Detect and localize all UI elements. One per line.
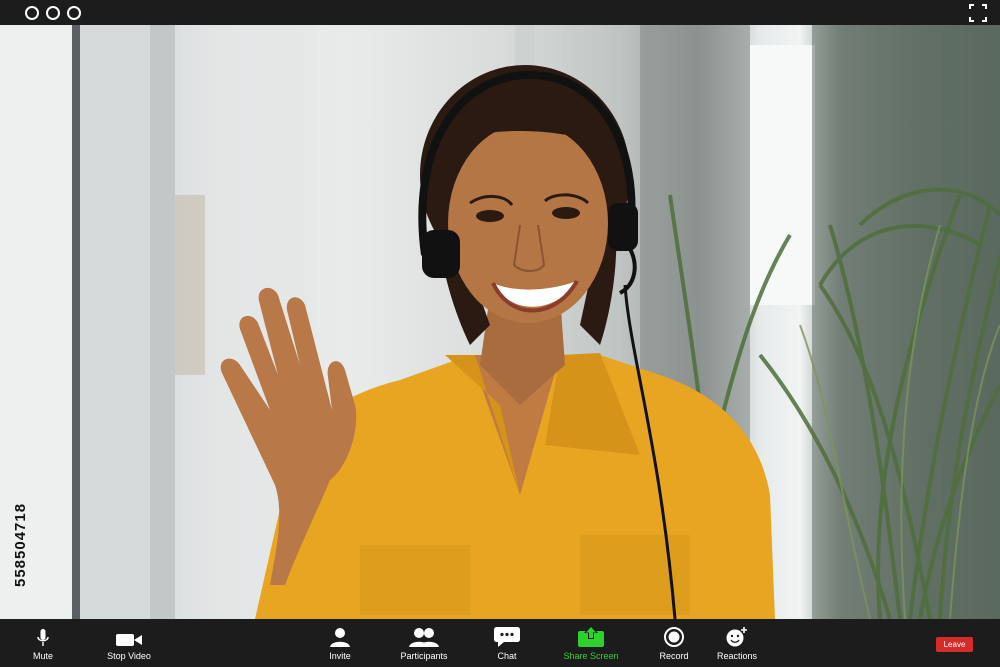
fullscreen-icon[interactable] <box>969 3 987 22</box>
participants-icon <box>409 619 439 647</box>
microphone-icon <box>37 619 49 647</box>
mute-button[interactable]: Mute <box>26 619 60 667</box>
window-minimize-icon[interactable] <box>46 5 60 20</box>
video-frame-illustration <box>0 25 1000 619</box>
participants-label: Participants <box>400 651 448 661</box>
record-button[interactable]: Record <box>657 619 691 667</box>
stop-video-label: Stop Video <box>107 651 151 661</box>
participants-button[interactable]: Participants <box>398 619 450 667</box>
meeting-toolbar: Mute Stop Video Invite Participants Chat… <box>0 619 1000 667</box>
share-screen-icon <box>578 619 604 647</box>
share-screen-button[interactable]: Share Screen <box>563 619 619 667</box>
smiley-plus-icon <box>726 619 748 647</box>
title-bar <box>0 0 1000 25</box>
window-close-icon[interactable] <box>25 5 39 20</box>
person-icon <box>329 619 351 647</box>
window-controls <box>25 5 81 20</box>
reactions-label: Reactions <box>716 651 758 661</box>
stop-video-button[interactable]: Stop Video <box>104 619 154 667</box>
record-label: Record <box>659 651 689 661</box>
record-icon <box>664 619 684 647</box>
participant-video: 558504718 <box>0 25 1000 619</box>
share-screen-label: Share Screen <box>563 651 619 661</box>
chat-button[interactable]: Chat <box>490 619 524 667</box>
chat-bubble-icon <box>494 619 520 647</box>
stock-id-text: 558504718 <box>12 502 29 588</box>
window-zoom-icon[interactable] <box>67 5 81 20</box>
reactions-button[interactable]: Reactions <box>716 619 758 667</box>
leave-button[interactable]: Leave <box>936 637 973 652</box>
invite-button[interactable]: Invite <box>322 619 358 667</box>
chat-label: Chat <box>497 651 517 661</box>
mute-label: Mute <box>32 651 53 661</box>
invite-label: Invite <box>329 651 351 661</box>
video-camera-icon <box>116 619 142 647</box>
